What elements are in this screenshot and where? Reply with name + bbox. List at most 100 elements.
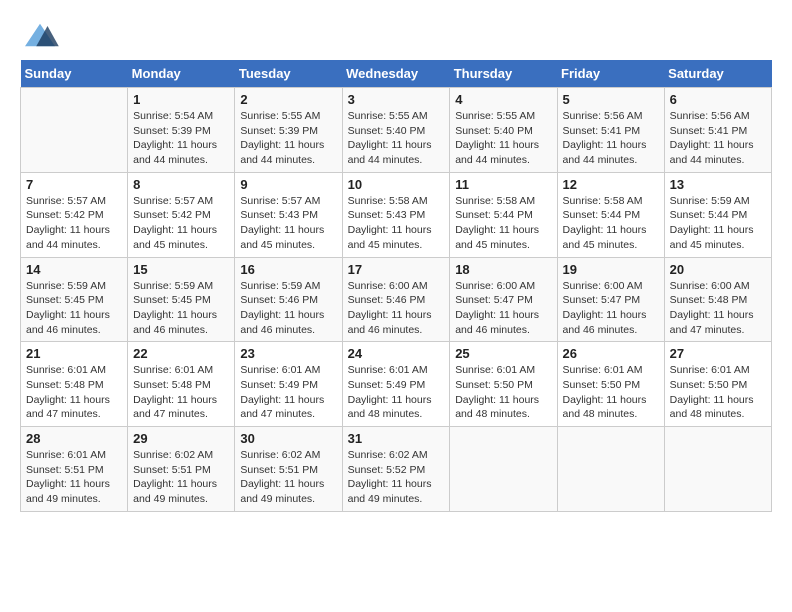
- day-number: 31: [348, 431, 445, 446]
- calendar-cell: 16 Sunrise: 5:59 AMSunset: 5:46 PMDayligh…: [235, 257, 342, 342]
- day-number: 1: [133, 92, 229, 107]
- weekday-header: Friday: [557, 60, 664, 88]
- day-info: Sunrise: 6:02 AMSunset: 5:51 PMDaylight:…: [240, 448, 336, 507]
- day-number: 20: [670, 262, 766, 277]
- calendar-cell: 14 Sunrise: 5:59 AMSunset: 5:45 PMDayligh…: [21, 257, 128, 342]
- day-info: Sunrise: 5:56 AMSunset: 5:41 PMDaylight:…: [563, 109, 659, 168]
- day-info: Sunrise: 5:55 AMSunset: 5:39 PMDaylight:…: [240, 109, 336, 168]
- day-number: 10: [348, 177, 445, 192]
- page-header: [20, 20, 772, 50]
- calendar-cell: 11 Sunrise: 5:58 AMSunset: 5:44 PMDayligh…: [450, 172, 557, 257]
- calendar-cell: 28 Sunrise: 6:01 AMSunset: 5:51 PMDayligh…: [21, 427, 128, 512]
- day-info: Sunrise: 5:56 AMSunset: 5:41 PMDaylight:…: [670, 109, 766, 168]
- weekday-header: Thursday: [450, 60, 557, 88]
- calendar-cell: [557, 427, 664, 512]
- calendar-cell: 31Sunrise: 6:02 AMSunset: 5:52 PMDayligh…: [342, 427, 450, 512]
- day-number: 30: [240, 431, 336, 446]
- day-number: 17: [348, 262, 445, 277]
- calendar-cell: 12 Sunrise: 5:58 AMSunset: 5:44 PMDayligh…: [557, 172, 664, 257]
- calendar-cell: [664, 427, 771, 512]
- logo-icon: [20, 20, 60, 50]
- calendar-week-row: 14 Sunrise: 5:59 AMSunset: 5:45 PMDayligh…: [21, 257, 772, 342]
- day-number: 22: [133, 346, 229, 361]
- weekday-header: Saturday: [664, 60, 771, 88]
- day-info: Sunrise: 6:01 AMSunset: 5:50 PMDaylight:…: [563, 363, 659, 422]
- calendar-cell: 20 Sunrise: 6:00 AMSunset: 5:48 PMDayligh…: [664, 257, 771, 342]
- day-number: 11: [455, 177, 551, 192]
- day-info: Sunrise: 6:01 AMSunset: 5:48 PMDaylight:…: [133, 363, 229, 422]
- day-info: Sunrise: 6:00 AMSunset: 5:47 PMDaylight:…: [563, 279, 659, 338]
- calendar-cell: 19 Sunrise: 6:00 AMSunset: 5:47 PMDayligh…: [557, 257, 664, 342]
- day-number: 26: [563, 346, 659, 361]
- day-number: 15: [133, 262, 229, 277]
- day-number: 28: [26, 431, 122, 446]
- day-info: Sunrise: 6:00 AMSunset: 5:48 PMDaylight:…: [670, 279, 766, 338]
- day-number: 3: [348, 92, 445, 107]
- weekday-header: Monday: [128, 60, 235, 88]
- day-info: Sunrise: 5:55 AMSunset: 5:40 PMDaylight:…: [348, 109, 445, 168]
- day-info: Sunrise: 5:55 AMSunset: 5:40 PMDaylight:…: [455, 109, 551, 168]
- day-number: 5: [563, 92, 659, 107]
- calendar-cell: 1 Sunrise: 5:54 AMSunset: 5:39 PMDaylight…: [128, 88, 235, 173]
- calendar-cell: 23 Sunrise: 6:01 AMSunset: 5:49 PMDayligh…: [235, 342, 342, 427]
- weekday-header: Wednesday: [342, 60, 450, 88]
- day-number: 23: [240, 346, 336, 361]
- day-number: 18: [455, 262, 551, 277]
- day-number: 7: [26, 177, 122, 192]
- day-number: 4: [455, 92, 551, 107]
- day-number: 16: [240, 262, 336, 277]
- day-info: Sunrise: 5:59 AMSunset: 5:44 PMDaylight:…: [670, 194, 766, 253]
- day-info: Sunrise: 6:00 AMSunset: 5:46 PMDaylight:…: [348, 279, 445, 338]
- calendar-cell: 30 Sunrise: 6:02 AMSunset: 5:51 PMDayligh…: [235, 427, 342, 512]
- day-info: Sunrise: 5:57 AMSunset: 5:42 PMDaylight:…: [26, 194, 122, 253]
- day-info: Sunrise: 5:59 AMSunset: 5:45 PMDaylight:…: [133, 279, 229, 338]
- day-info: Sunrise: 6:01 AMSunset: 5:49 PMDaylight:…: [348, 363, 445, 422]
- calendar-week-row: 28 Sunrise: 6:01 AMSunset: 5:51 PMDayligh…: [21, 427, 772, 512]
- day-info: Sunrise: 5:58 AMSunset: 5:43 PMDaylight:…: [348, 194, 445, 253]
- calendar-cell: 18 Sunrise: 6:00 AMSunset: 5:47 PMDayligh…: [450, 257, 557, 342]
- calendar-cell: 10 Sunrise: 5:58 AMSunset: 5:43 PMDayligh…: [342, 172, 450, 257]
- logo: [20, 20, 66, 50]
- calendar-cell: 8Sunrise: 5:57 AMSunset: 5:42 PMDaylight…: [128, 172, 235, 257]
- calendar-cell: 24 Sunrise: 6:01 AMSunset: 5:49 PMDayligh…: [342, 342, 450, 427]
- day-number: 19: [563, 262, 659, 277]
- calendar-cell: 22 Sunrise: 6:01 AMSunset: 5:48 PMDayligh…: [128, 342, 235, 427]
- day-number: 25: [455, 346, 551, 361]
- calendar-table: SundayMondayTuesdayWednesdayThursdayFrid…: [20, 60, 772, 512]
- calendar-cell: 7 Sunrise: 5:57 AMSunset: 5:42 PMDaylight…: [21, 172, 128, 257]
- calendar-cell: 26 Sunrise: 6:01 AMSunset: 5:50 PMDayligh…: [557, 342, 664, 427]
- day-info: Sunrise: 5:59 AMSunset: 5:46 PMDaylight:…: [240, 279, 336, 338]
- day-info: Sunrise: 5:57 AMSunset: 5:43 PMDaylight:…: [240, 194, 336, 253]
- day-info: Sunrise: 6:00 AMSunset: 5:47 PMDaylight:…: [455, 279, 551, 338]
- day-info: Sunrise: 6:01 AMSunset: 5:49 PMDaylight:…: [240, 363, 336, 422]
- day-number: 29: [133, 431, 229, 446]
- calendar-week-row: 21 Sunrise: 6:01 AMSunset: 5:48 PMDayligh…: [21, 342, 772, 427]
- day-info: Sunrise: 6:01 AMSunset: 5:50 PMDaylight:…: [670, 363, 766, 422]
- calendar-cell: 13 Sunrise: 5:59 AMSunset: 5:44 PMDayligh…: [664, 172, 771, 257]
- day-number: 13: [670, 177, 766, 192]
- day-number: 27: [670, 346, 766, 361]
- day-number: 14: [26, 262, 122, 277]
- weekday-header: Tuesday: [235, 60, 342, 88]
- day-info: Sunrise: 6:01 AMSunset: 5:51 PMDaylight:…: [26, 448, 122, 507]
- day-info: Sunrise: 5:58 AMSunset: 5:44 PMDaylight:…: [563, 194, 659, 253]
- day-number: 21: [26, 346, 122, 361]
- calendar-cell: 6Sunrise: 5:56 AMSunset: 5:41 PMDaylight…: [664, 88, 771, 173]
- day-info: Sunrise: 5:54 AMSunset: 5:39 PMDaylight:…: [133, 109, 229, 168]
- calendar-cell: 15 Sunrise: 5:59 AMSunset: 5:45 PMDayligh…: [128, 257, 235, 342]
- calendar-cell: 17 Sunrise: 6:00 AMSunset: 5:46 PMDayligh…: [342, 257, 450, 342]
- day-number: 12: [563, 177, 659, 192]
- calendar-cell: [21, 88, 128, 173]
- calendar-cell: 5 Sunrise: 5:56 AMSunset: 5:41 PMDaylight…: [557, 88, 664, 173]
- weekday-header-row: SundayMondayTuesdayWednesdayThursdayFrid…: [21, 60, 772, 88]
- day-info: Sunrise: 5:59 AMSunset: 5:45 PMDaylight:…: [26, 279, 122, 338]
- day-info: Sunrise: 6:02 AMSunset: 5:51 PMDaylight:…: [133, 448, 229, 507]
- calendar-cell: 4 Sunrise: 5:55 AMSunset: 5:40 PMDaylight…: [450, 88, 557, 173]
- calendar-cell: 2Sunrise: 5:55 AMSunset: 5:39 PMDaylight…: [235, 88, 342, 173]
- calendar-cell: 21Sunrise: 6:01 AMSunset: 5:48 PMDayligh…: [21, 342, 128, 427]
- calendar-cell: 3 Sunrise: 5:55 AMSunset: 5:40 PMDaylight…: [342, 88, 450, 173]
- day-info: Sunrise: 5:58 AMSunset: 5:44 PMDaylight:…: [455, 194, 551, 253]
- day-info: Sunrise: 6:01 AMSunset: 5:50 PMDaylight:…: [455, 363, 551, 422]
- day-number: 24: [348, 346, 445, 361]
- calendar-cell: 27 Sunrise: 6:01 AMSunset: 5:50 PMDayligh…: [664, 342, 771, 427]
